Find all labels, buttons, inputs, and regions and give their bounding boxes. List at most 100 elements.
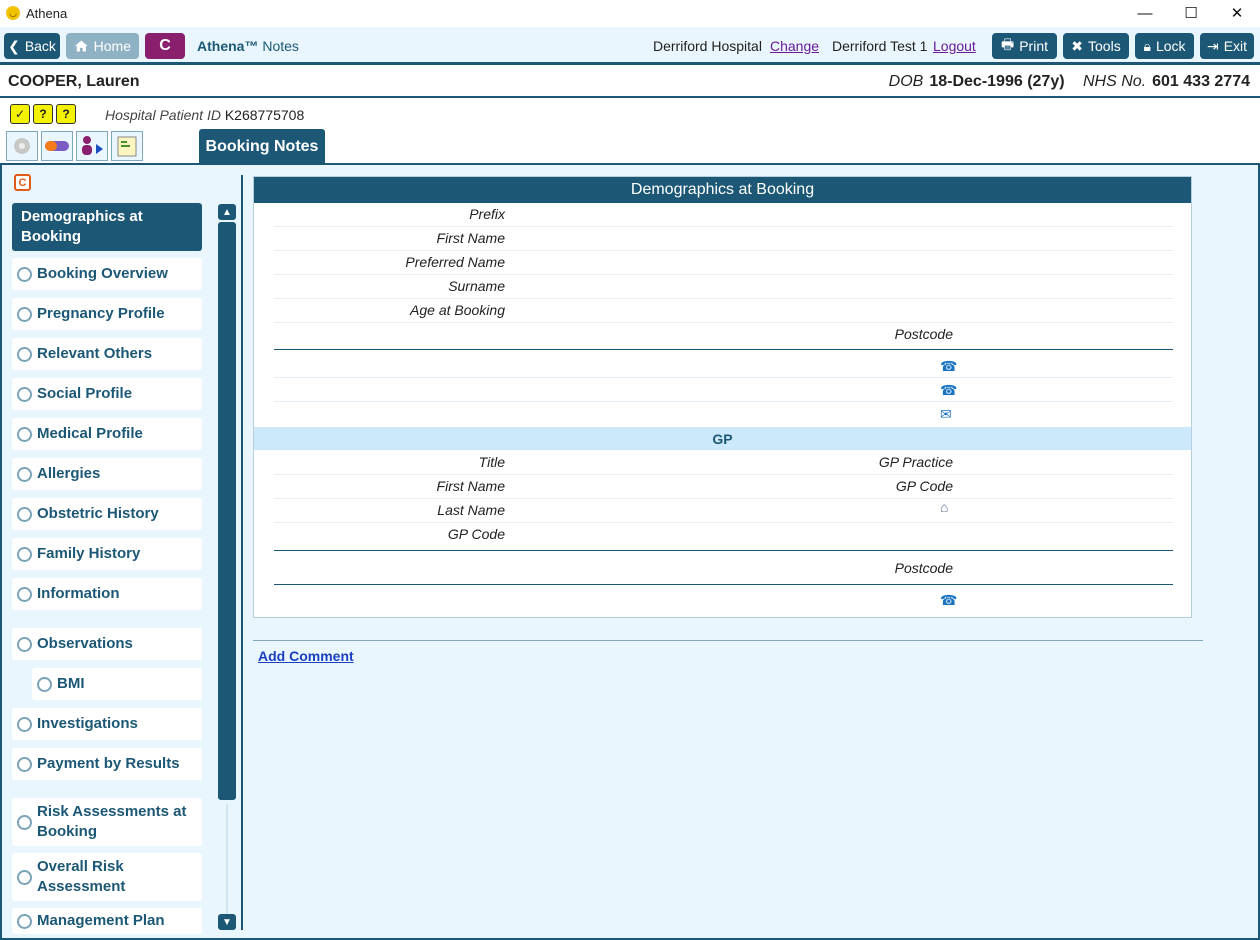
nav-pregnancy-profile[interactable]: Pregnancy Profile [12,298,202,330]
back-button[interactable]: ❮ Back [4,33,60,59]
radio-icon [17,756,32,772]
chevron-left-icon: ❮ [8,37,20,54]
add-comment-link[interactable]: Add Comment [258,648,354,664]
nav-payment-by-results[interactable]: Payment by Results [12,748,202,780]
first-name-label: First Name [436,230,505,246]
email-icon: ✉ [940,406,952,422]
nav-allergies[interactable]: Allergies [12,458,202,490]
nhs-value: 601 433 2774 [1152,73,1250,90]
gp-postcode-label: Postcode [894,560,953,576]
demographics-panel: Demographics at Booking Prefix First Nam… [253,176,1192,618]
tab-booking-notes[interactable]: Booking Notes [199,129,325,164]
gp-title-label: Title [478,454,505,470]
print-button[interactable]: 🖶 Print [992,33,1057,59]
nav-obstetric-history[interactable]: Obstetric History [12,498,202,530]
row-postcode: Postcode [274,323,1173,347]
scroll-track [226,804,228,914]
radio-icon [17,266,32,282]
panel-title: Demographics at Booking [254,177,1191,203]
gp-first-name-label: First Name [436,478,505,494]
nav-medical-profile[interactable]: Medical Profile [12,418,202,450]
radio-icon [17,636,32,652]
tools-icon: ✖ [1071,37,1084,54]
nav-investigations[interactable]: Investigations [12,708,202,740]
nav-scrollbar[interactable]: ▲ ▼ [218,204,236,932]
phone-icon: ☎ [940,382,958,398]
radio-icon [17,716,32,732]
prefix-label: Prefix [469,206,505,222]
tab-notes[interactable] [111,131,143,161]
alert-checklist-icon[interactable]: ✓ [10,104,30,124]
radio-icon [17,546,32,562]
change-hospital-link[interactable]: Change [770,38,819,54]
scroll-up-icon[interactable]: ▲ [218,204,236,220]
scroll-down-icon[interactable]: ▼ [218,914,236,930]
gp-section-header: GP [254,427,1191,450]
lock-button[interactable]: 🔒︎ Lock [1135,33,1194,59]
exit-button[interactable]: ⇥ Exit [1200,33,1254,59]
age-label: Age at Booking [410,302,505,318]
nav-risk-assessments-at-booking[interactable]: Risk Assessments at Booking [12,798,202,846]
phone-icon: ☎ [940,358,958,374]
nav-overall-risk-assessment[interactable]: Overall Risk Assessment [12,853,202,901]
alert-question-icon-2[interactable]: ? [56,104,76,124]
separator [274,584,1173,585]
radio-icon [17,814,32,830]
postcode-label: Postcode [894,326,953,342]
nav-demographics-at-booking[interactable]: Demographics at Booking [12,203,202,251]
scroll-thumb[interactable] [218,222,236,800]
radio-icon [17,466,32,482]
comment-divider [253,640,1203,641]
surname-label: Surname [448,278,505,294]
nav-family-history[interactable]: Family History [12,538,202,570]
row-surname: Surname [274,275,1173,299]
radio-icon [37,676,52,692]
nav-relevant-others[interactable]: Relevant Others [12,338,202,370]
exit-icon: ⇥ [1206,37,1219,54]
row-prefix: Prefix [274,203,1173,227]
separator [274,349,1173,350]
athena-app-icon: ◡ [6,6,20,20]
tab-medications[interactable] [41,131,73,161]
home-button[interactable]: Home [66,33,139,59]
row-gp-phone: ☎ [274,588,1173,612]
notepad-icon [117,136,137,157]
nav-information[interactable]: Information [12,578,202,610]
tab-settings[interactable] [6,131,38,161]
lock-icon: 🔒︎ [1143,37,1151,54]
separator [274,550,1173,551]
tab-person[interactable] [76,131,108,161]
module-tabs [6,131,143,161]
row-preferred-name: Preferred Name [274,251,1173,275]
radio-icon [17,386,32,402]
hospital-patient-id: Hospital Patient ID K268775708 [105,107,305,123]
nav-booking-overview[interactable]: Booking Overview [12,258,202,290]
radio-icon [17,506,32,522]
tools-button[interactable]: ✖ Tools [1063,33,1129,59]
logout-link[interactable]: Logout [933,38,976,54]
minimize-button[interactable]: — [1122,0,1168,26]
user-name: Derriford Test 1 [832,38,928,54]
close-button[interactable]: ✕ [1214,0,1260,26]
nav-management-plan[interactable]: Management Plan [12,908,202,934]
printer-icon: 🖶 [1000,36,1015,52]
maximize-button[interactable]: ☐ [1168,0,1214,26]
alert-question-icon[interactable]: ? [33,104,53,124]
row-first-name: First Name [274,227,1173,251]
gp-last-name-label: Last Name [437,502,505,518]
row-gp-title: Title GP Practice [274,451,1173,475]
row-age: Age at Booking [274,299,1173,323]
nav-social-profile[interactable]: Social Profile [12,378,202,410]
patient-banner: COOPER, Lauren DOB 18-Dec-1996 (27y) NHS … [0,68,1260,98]
row-gp-first-name: First Name GP Code [274,475,1173,499]
pill-icon [45,141,69,151]
nav-observations[interactable]: Observations [12,628,202,660]
main-toolbar: ❮ Back Home C Athena™ Notes Derriford Ho… [0,27,1260,65]
home-icon [74,40,88,52]
c-button[interactable]: C [145,33,185,59]
patient-name: COOPER, Lauren [8,73,140,90]
row-gp-code: GP Code [274,523,1173,547]
nav-bmi[interactable]: BMI [32,668,202,700]
row-gp-postcode: Postcode [274,557,1173,581]
c-marker-icon[interactable]: C [14,174,31,191]
